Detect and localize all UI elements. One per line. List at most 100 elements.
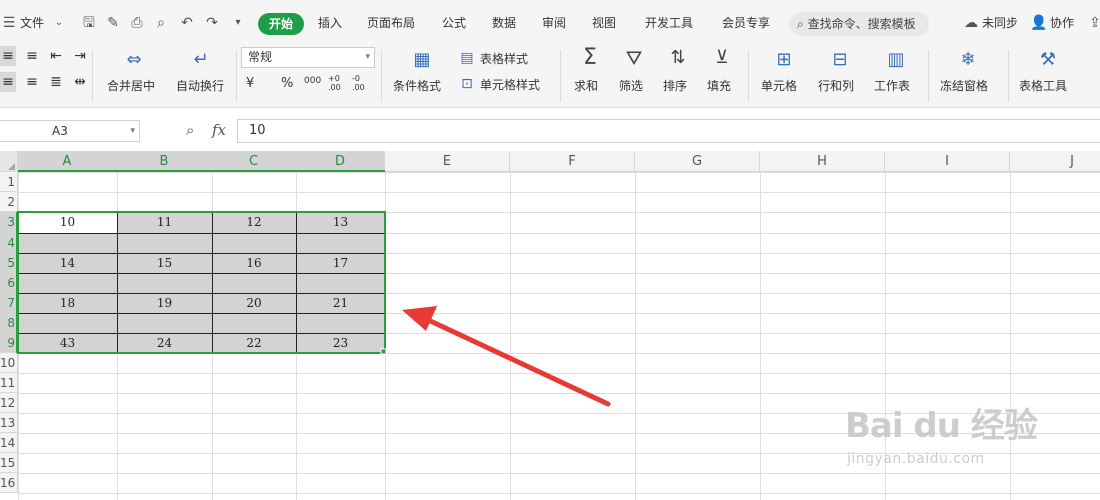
column-header-a[interactable]: A [18, 151, 117, 172]
align-center-icon[interactable]: ≡ [0, 72, 16, 92]
row-col-icon[interactable]: ⊟ [826, 50, 854, 70]
cell-a3[interactable]: 10 [18, 212, 117, 233]
formula-input[interactable]: 10 [237, 119, 1100, 143]
fill-button[interactable]: 填充 [707, 77, 731, 94]
sum-icon[interactable]: Σ [578, 47, 602, 69]
currency-button[interactable]: ¥ [246, 76, 254, 91]
align-middle-icon[interactable]: ≡ [24, 46, 40, 66]
cell-c9[interactable]: 22 [212, 333, 296, 353]
tab-start[interactable]: 开始 [258, 13, 304, 35]
select-all-corner[interactable] [0, 151, 18, 172]
filter-icon[interactable]: ⛛ [622, 48, 646, 68]
command-search[interactable]: ⌕ 查找命令、搜索模板 [789, 12, 929, 36]
column-header-e[interactable]: E [385, 151, 510, 172]
column-header-g[interactable]: G [635, 151, 760, 172]
share-icon[interactable]: ⇪ [1086, 14, 1100, 32]
worksheet-button[interactable]: 工作表 [874, 77, 910, 94]
cell-a9[interactable]: 43 [18, 333, 117, 353]
justify-icon[interactable]: ≣ [48, 72, 64, 92]
cell-d5[interactable]: 17 [296, 253, 385, 273]
cell-a5[interactable]: 14 [18, 253, 117, 273]
column-header-i[interactable]: I [885, 151, 1010, 172]
sort-icon[interactable]: ⇅ [666, 48, 690, 68]
row-header-12[interactable]: 12 [0, 393, 18, 413]
column-header-h[interactable]: H [760, 151, 885, 172]
merge-center-button[interactable]: 合并居中 [107, 77, 155, 94]
cell-c5[interactable]: 16 [212, 253, 296, 273]
column-header-f[interactable]: F [510, 151, 635, 172]
tab-review[interactable]: 审阅 [542, 14, 566, 32]
undo-icon[interactable]: ↶ [178, 14, 196, 32]
hamburger-menu-icon[interactable]: ☰ [0, 14, 18, 32]
number-format-select[interactable]: 常规 ▾ [241, 47, 375, 68]
row-header-11[interactable]: 11 [0, 373, 18, 393]
cell-a7[interactable]: 18 [18, 293, 117, 313]
indent-decrease-icon[interactable]: ⇤ [48, 46, 64, 66]
insert-function-button[interactable]: fx [212, 121, 226, 139]
cell-c7[interactable]: 20 [212, 293, 296, 313]
row-header-15[interactable]: 15 [0, 453, 18, 473]
cell-d9[interactable]: 23 [296, 333, 385, 353]
chevron-down-icon[interactable]: ⌄ [50, 14, 68, 32]
align-right-icon[interactable]: ≡ [24, 72, 40, 92]
fill-icon[interactable]: ⊻ [710, 48, 734, 68]
sum-button[interactable]: 求和 [574, 77, 598, 94]
auto-wrap-icon[interactable]: ↵ [187, 50, 215, 70]
worksheet-icon[interactable]: ▥ [882, 50, 910, 70]
file-menu[interactable]: 文件 [20, 14, 44, 32]
column-header-d[interactable]: D [296, 151, 385, 172]
thousand-separator-button[interactable]: 000 [304, 76, 321, 86]
row-col-button[interactable]: 行和列 [818, 77, 854, 94]
decrease-decimal-button[interactable]: -0 .00 [352, 74, 372, 92]
table-style-button[interactable]: 表格样式 [480, 50, 528, 67]
cloud-sync-icon[interactable]: ☁ [962, 14, 980, 32]
tab-view[interactable]: 视图 [592, 14, 616, 32]
column-header-j[interactable]: J [1010, 151, 1100, 172]
table-tools-icon[interactable]: ⚒ [1034, 50, 1062, 70]
row-header-10[interactable]: 10 [0, 353, 18, 373]
tab-member[interactable]: 会员专享 [722, 14, 770, 32]
cell-b9[interactable]: 24 [117, 333, 212, 353]
conditional-format-icon[interactable]: ▦ [408, 50, 436, 70]
customize-dropdown-icon[interactable]: ▾ [229, 14, 247, 32]
user-icon[interactable]: 👤 [1030, 14, 1048, 32]
percent-button[interactable]: % [281, 76, 293, 91]
auto-wrap-button[interactable]: 自动换行 [176, 77, 224, 94]
print-preview-icon[interactable]: ⌕ [152, 14, 170, 32]
zoom-formula-icon[interactable]: ⌕ [186, 121, 194, 139]
cell-b7[interactable]: 19 [117, 293, 212, 313]
table-tools-button[interactable]: 表格工具 [1019, 77, 1067, 94]
cell-b5[interactable]: 15 [117, 253, 212, 273]
redo-icon[interactable]: ↷ [203, 14, 221, 32]
increase-decimal-button[interactable]: +0 .00 [328, 74, 348, 92]
print-icon[interactable]: ⎙ [128, 14, 146, 32]
sort-button[interactable]: 排序 [663, 77, 687, 94]
align-left-top-icon[interactable]: ≡ [0, 46, 16, 66]
table-style-icon[interactable]: ▤ [458, 48, 476, 68]
tab-insert[interactable]: 插入 [318, 14, 342, 32]
tab-page-layout[interactable]: 页面布局 [367, 14, 415, 32]
row-header-14[interactable]: 14 [0, 433, 18, 453]
cell-style-button[interactable]: 单元格样式 [480, 76, 540, 93]
column-header-b[interactable]: B [117, 151, 212, 172]
filter-button[interactable]: 筛选 [619, 77, 643, 94]
format-painter-icon[interactable]: ✎ [104, 14, 122, 32]
row-header-1[interactable]: 1 [0, 172, 18, 192]
row-header-2[interactable]: 2 [0, 192, 18, 212]
freeze-panes-icon[interactable]: ❄ [954, 50, 982, 70]
name-box[interactable]: A3 ▾ [0, 120, 140, 142]
column-header-c[interactable]: C [212, 151, 296, 172]
conditional-format-button[interactable]: 条件格式 [393, 77, 441, 94]
row-header-13[interactable]: 13 [0, 413, 18, 433]
freeze-panes-button[interactable]: 冻结窗格 [940, 77, 988, 94]
row-header-16[interactable]: 16 [0, 473, 18, 493]
distribute-icon[interactable]: ⇹ [72, 72, 88, 92]
collaborate-button[interactable]: 协作 [1050, 14, 1074, 32]
cell-c3[interactable]: 12 [212, 212, 296, 233]
indent-increase-icon[interactable]: ⇥ [72, 46, 88, 66]
tab-formulas[interactable]: 公式 [442, 14, 466, 32]
merge-center-icon[interactable]: ⇔ [120, 50, 148, 70]
cell-d7[interactable]: 21 [296, 293, 385, 313]
cell-button[interactable]: 单元格 [761, 77, 797, 94]
cell-icon[interactable]: ⊞ [770, 50, 798, 70]
